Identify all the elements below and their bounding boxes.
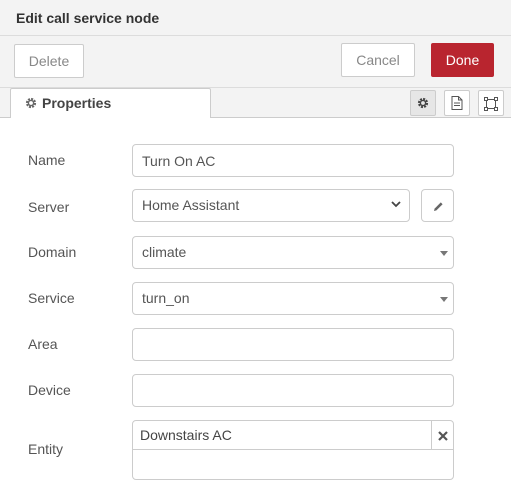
domain-value: climate	[142, 244, 187, 260]
service-select[interactable]: turn_on	[132, 282, 454, 315]
dialog-title: Edit call service node	[16, 10, 160, 26]
gear-icon	[25, 97, 37, 109]
entity-tag: Downstairs AC	[133, 421, 453, 450]
dialog-header: Edit call service node	[0, 0, 511, 36]
device-label: Device	[28, 382, 71, 398]
entity-multiselect[interactable]: Downstairs AC	[132, 420, 454, 480]
close-icon	[438, 431, 448, 441]
name-input[interactable]	[132, 144, 454, 177]
description-tab-button[interactable]	[444, 90, 470, 116]
properties-panel: Name Server Home Assistant Domain climat…	[0, 118, 511, 491]
device-input[interactable]	[132, 374, 454, 407]
settings-tab-button[interactable]	[410, 90, 436, 116]
description-icon	[451, 96, 463, 110]
delete-button[interactable]: Delete	[14, 44, 84, 78]
name-label: Name	[28, 152, 66, 168]
domain-label: Domain	[28, 244, 77, 260]
entity-search-input[interactable]	[133, 451, 453, 479]
caret-down-icon	[440, 297, 448, 302]
appearance-tab-button[interactable]	[478, 90, 504, 116]
chevron-down-icon	[391, 201, 401, 208]
server-value: Home Assistant	[142, 197, 240, 213]
gear-icon	[417, 97, 429, 109]
server-label: Server	[28, 199, 70, 215]
edit-server-button[interactable]	[421, 189, 454, 222]
area-input[interactable]	[132, 328, 454, 361]
tab-properties[interactable]: Properties	[10, 88, 211, 119]
caret-down-icon	[440, 251, 448, 256]
remove-entity-button[interactable]	[431, 421, 453, 450]
server-select[interactable]: Home Assistant	[132, 189, 410, 222]
appearance-icon	[484, 97, 498, 111]
domain-select[interactable]: climate	[132, 236, 454, 269]
service-value: turn_on	[142, 290, 190, 306]
dialog-toolbar: Delete Cancel Done	[0, 36, 511, 88]
pencil-icon	[434, 202, 443, 211]
entity-tag-label: Downstairs AC	[140, 427, 232, 443]
area-label: Area	[28, 336, 58, 352]
service-label: Service	[28, 290, 75, 306]
entity-label: Entity	[28, 441, 64, 457]
cancel-button[interactable]: Cancel	[341, 43, 415, 77]
tab-properties-label: Properties	[42, 95, 112, 111]
done-button[interactable]: Done	[431, 43, 494, 77]
